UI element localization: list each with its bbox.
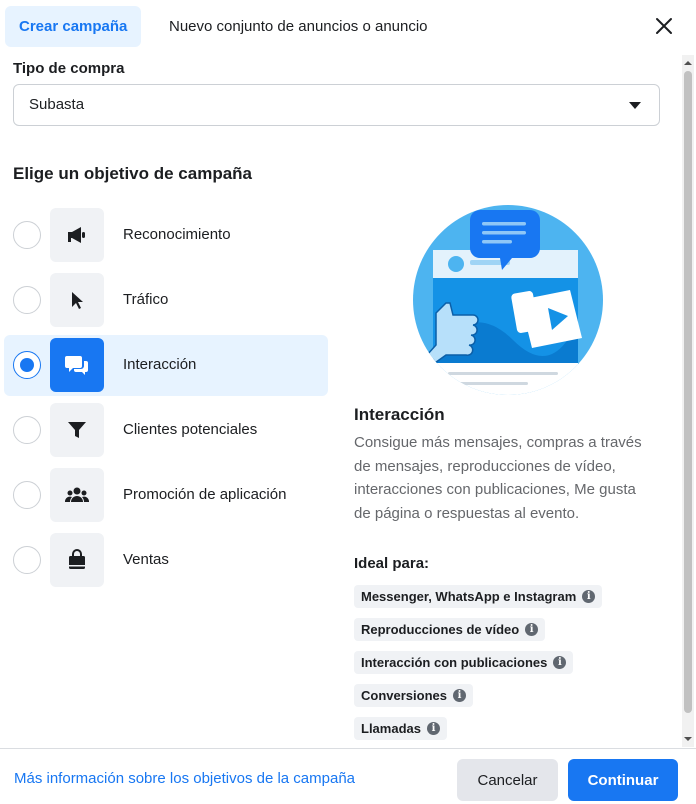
tab-new-ad-set-or-ad[interactable]: Nuevo conjunto de anuncios o anuncio [155,6,442,47]
caret-down-icon [629,102,641,109]
ideal-chip: Messenger, WhatsApp e Instagram i [354,585,603,608]
scrollbar-thumb[interactable] [684,71,692,713]
dialog-header: Crear campaña Nuevo conjunto de anuncios… [0,0,696,50]
objective-label: Promoción de aplicación [123,486,287,503]
vertical-scrollbar[interactable] [682,55,694,747]
objective-detail-title: Interacción [354,405,445,424]
scroll-down-icon[interactable] [684,735,692,743]
filter-icon [50,403,104,457]
interaction-illustration [408,200,608,400]
buy-type-select[interactable]: Subasta [13,84,660,126]
ideal-for-label: Ideal para: [354,555,430,572]
info-icon[interactable]: i [553,656,567,669]
radio-button[interactable] [13,416,41,444]
cancel-button[interactable]: Cancelar [457,759,558,801]
objective-reconocimiento[interactable]: Reconocimiento [4,205,328,266]
objective-trafico[interactable]: Tráfico [4,270,328,331]
objective-label: Reconocimiento [123,226,231,243]
ideal-chip: Llamadas i [354,717,447,740]
chip-label: Llamadas [361,721,421,736]
cursor-icon [50,273,104,327]
dialog-body: Tipo de compra Subasta Elige un objetivo… [0,50,680,748]
ideal-chip: Reproducciones de vídeo i [354,618,546,641]
buy-type-label: Tipo de compra [13,60,125,77]
radio-button[interactable] [13,546,41,574]
scroll-up-icon[interactable] [684,59,692,67]
objective-clientes-potenciales[interactable]: Clientes potenciales [4,400,328,461]
tab-create-campaign[interactable]: Crear campaña [5,6,142,47]
info-icon[interactable]: i [452,689,466,702]
objective-interaccion[interactable]: Interacción [4,335,328,396]
ideal-for-list: Messenger, WhatsApp e Instagram i Reprod… [354,585,603,748]
radio-button[interactable] [13,481,41,509]
objective-label: Clientes potenciales [123,421,258,438]
buy-type-value: Subasta [29,96,85,113]
objective-label: Tráfico [123,291,169,308]
chip-label: Conversiones [361,688,447,703]
objective-label: Ventas [123,551,169,568]
objective-ventas[interactable]: Ventas [4,530,328,591]
chip-label: Messenger, WhatsApp e Instagram [361,589,577,604]
people-icon [50,468,104,522]
ideal-chip: Interacción con publicaciones i [354,651,574,674]
section-title: Elige un objetivo de campaña [13,164,252,183]
chip-label: Reproducciones de vídeo [361,622,520,637]
radio-button[interactable] [13,221,41,249]
dialog-footer: Más información sobre los objetivos de l… [0,748,696,804]
radio-button[interactable] [13,286,41,314]
chat-bubbles-icon [50,338,104,392]
info-icon[interactable]: i [525,623,539,636]
objective-promocion-aplicacion[interactable]: Promoción de aplicación [4,465,328,526]
objective-list: Reconocimiento Tráfico Interacción Clien… [4,205,328,595]
continue-button[interactable]: Continuar [568,759,678,801]
chip-label: Interacción con publicaciones [361,655,548,670]
close-icon[interactable] [652,14,676,38]
ideal-chip: Conversiones i [354,684,473,707]
objective-detail-description: Consigue más mensajes, compras a través … [354,434,642,522]
info-icon[interactable]: i [582,590,596,603]
shopping-bag-icon [50,533,104,587]
megaphone-icon [50,208,104,262]
radio-button-selected[interactable] [13,351,41,379]
objective-label: Interacción [123,356,197,373]
learn-more-link[interactable]: Más información sobre los objetivos de l… [14,770,355,787]
info-icon[interactable]: i [426,722,440,735]
